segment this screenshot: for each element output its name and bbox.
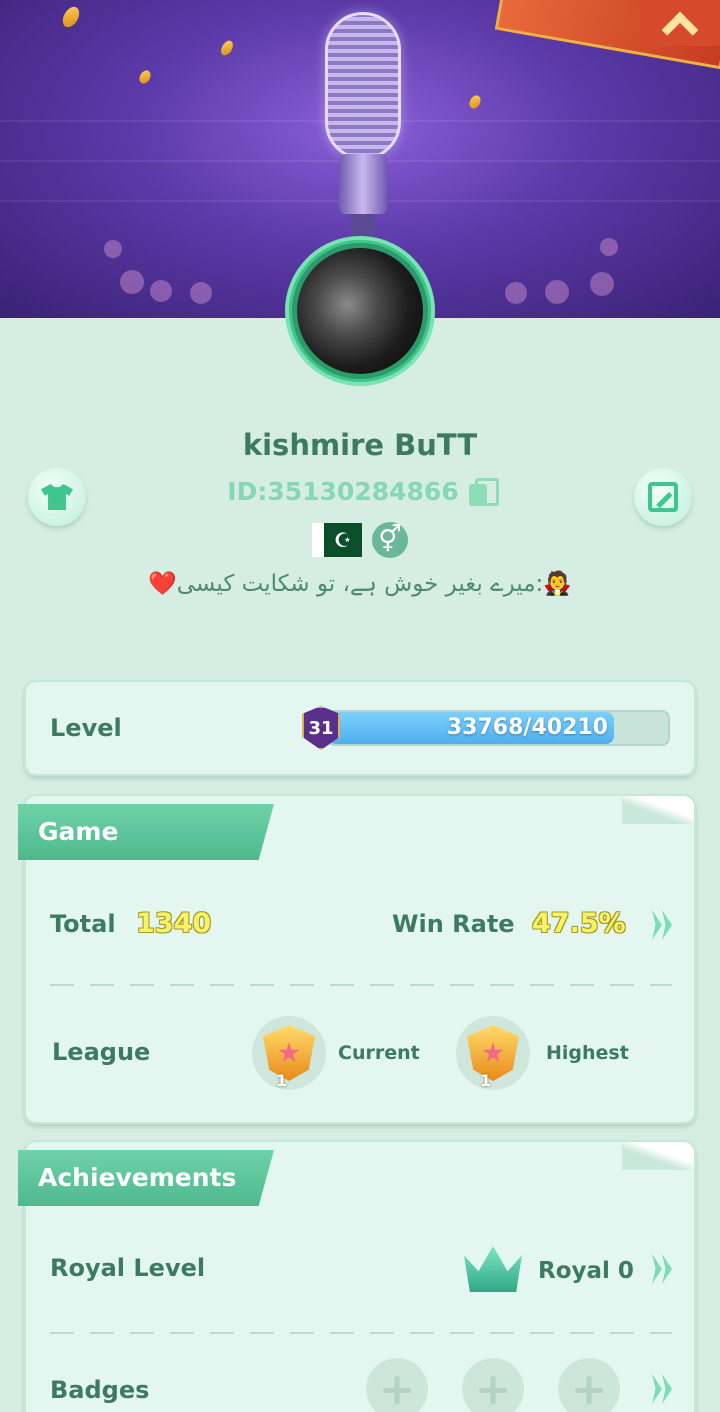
user-id-row: ID:35130284866 <box>0 477 720 506</box>
current-league-label: Current <box>338 1042 420 1064</box>
coin-icon <box>467 93 483 111</box>
microphone-frame-icon <box>325 12 401 254</box>
banner-light <box>150 280 172 302</box>
divider <box>50 984 672 986</box>
pakistan-flag-icon: ☪ <box>312 523 362 557</box>
badges-arrow-icon[interactable] <box>652 1374 672 1404</box>
crown-icon <box>464 1246 522 1292</box>
shirt-icon <box>41 484 73 510</box>
add-badge-slot-icon[interactable]: + <box>558 1358 620 1412</box>
profile-name: kishmire BuTT <box>242 428 478 462</box>
royal-level-arrow-icon[interactable] <box>652 1254 672 1284</box>
level-progress-text: 33768/40210 <box>446 715 608 740</box>
banner-light <box>600 238 618 256</box>
add-badge-slot-icon[interactable]: + <box>366 1358 428 1412</box>
game-card: Game Total 1340 Win Rate 47.5% League 1 … <box>18 794 696 1124</box>
win-rate-value: 47.5% <box>532 908 626 939</box>
banner-light <box>120 270 144 294</box>
badges-row: ☪ ⚥ <box>0 522 720 558</box>
divider <box>50 1332 672 1334</box>
chevron-up-icon <box>661 11 699 49</box>
banner-light <box>104 240 122 258</box>
game-tab-header: Game <box>18 804 274 860</box>
edit-icon <box>648 482 678 512</box>
achievements-card: Achievements Royal Level Royal 0 Badges … <box>18 1140 696 1412</box>
total-value: 1340 <box>136 908 212 939</box>
outfit-button[interactable] <box>28 468 86 526</box>
add-badge-slot-icon[interactable]: + <box>462 1358 524 1412</box>
win-rate-label: Win Rate <box>392 910 515 938</box>
royal-level-label: Royal Level <box>50 1254 206 1282</box>
badges-label: Badges <box>50 1376 150 1404</box>
achievements-tab-header: Achievements <box>18 1150 274 1206</box>
banner-light <box>590 272 614 296</box>
page-fold <box>622 1142 694 1170</box>
coin-icon <box>218 38 236 58</box>
level-card: Level 31 33768/40210 <box>24 680 696 776</box>
current-league-medal-icon[interactable]: 1 <box>252 1016 326 1090</box>
copy-icon[interactable] <box>468 477 499 506</box>
coin-icon <box>59 3 83 31</box>
highest-league-label: Highest <box>546 1042 629 1064</box>
banner-light <box>545 280 569 304</box>
collapse-button[interactable] <box>640 0 720 49</box>
royal-level-value: Royal 0 <box>538 1258 634 1284</box>
level-label: Level <box>50 714 122 742</box>
league-label: League <box>52 1038 151 1066</box>
page-fold <box>622 796 694 824</box>
current-league-rank: 1 <box>276 1071 288 1090</box>
total-label: Total <box>50 910 116 938</box>
coin-icon <box>137 68 153 86</box>
highest-league-rank: 1 <box>480 1071 492 1090</box>
edit-profile-button[interactable] <box>634 468 692 526</box>
banner-light <box>190 282 212 304</box>
gender-icon: ⚥ <box>372 522 408 558</box>
profile-bio: 🧛:میرے بغیر خوش ہے، تو شکایت کیسی❤️ <box>148 571 572 597</box>
banner-light <box>505 282 527 304</box>
avatar-frame[interactable] <box>285 236 435 386</box>
user-id: ID:35130284866 <box>227 477 459 506</box>
game-stats-arrow-icon[interactable] <box>652 910 672 940</box>
avatar <box>297 248 423 374</box>
highest-league-medal-icon[interactable]: 1 <box>456 1016 530 1090</box>
